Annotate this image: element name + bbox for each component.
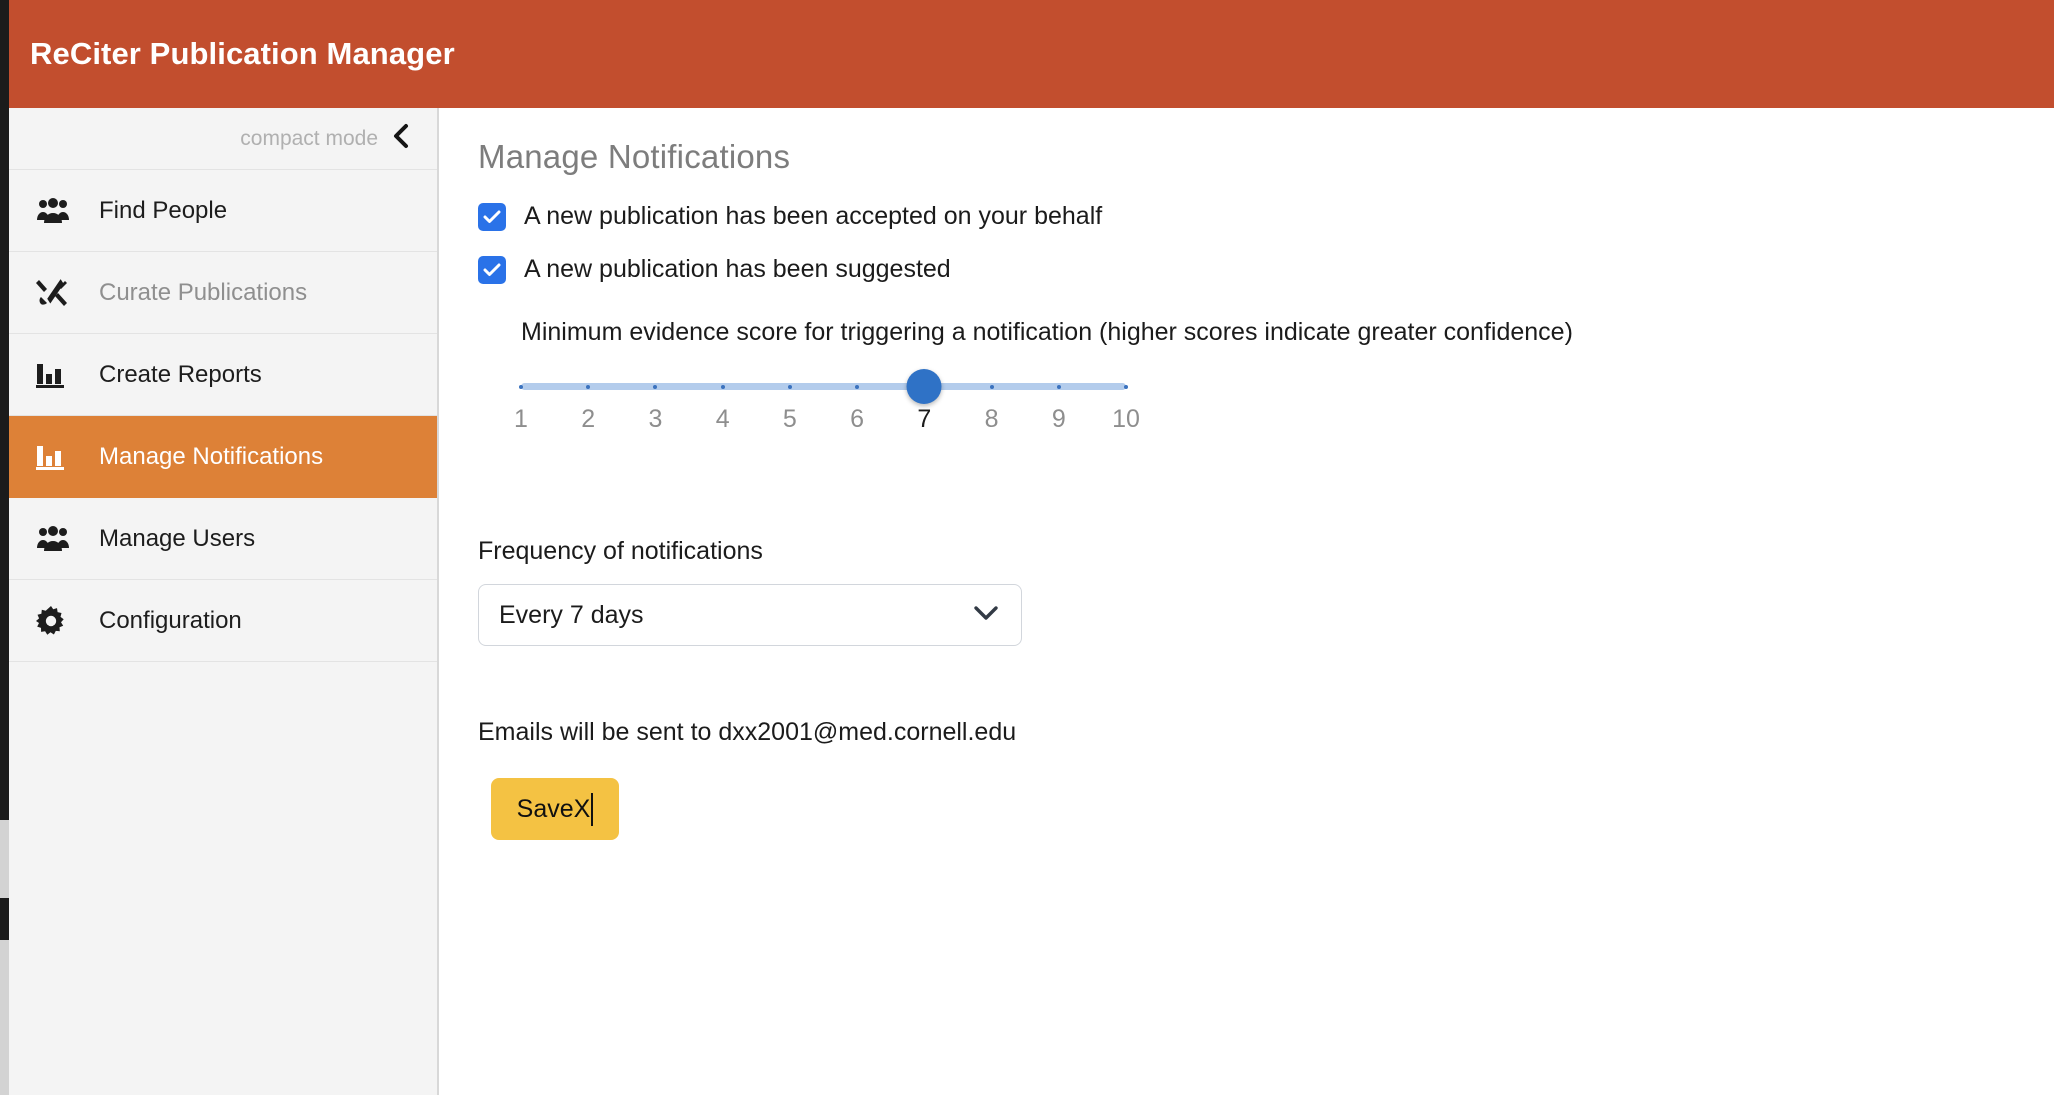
- slider-tick-label: 6: [850, 405, 865, 433]
- frequency-label: Frequency of notifications: [478, 537, 763, 565]
- bar-chart-icon: [36, 443, 82, 471]
- slider-tick-dot: [787, 385, 792, 389]
- checkbox-suggested[interactable]: [478, 255, 506, 284]
- page-title: Manage Notifications: [478, 138, 791, 175]
- slider-tick-label: 9: [1051, 405, 1066, 433]
- sidebar-item-label: Configuration: [99, 606, 242, 634]
- main-content: Manage Notifications A new publication h…: [441, 108, 2054, 1108]
- sidebar-item-label: Manage Users: [99, 524, 256, 552]
- slider-track[interactable]: [519, 369, 1128, 404]
- sidebar-item-find-people[interactable]: Find People: [9, 170, 437, 252]
- slider-help-text: Minimum evidence score for triggering a …: [521, 318, 1573, 346]
- people-group-icon: [36, 525, 82, 552]
- notification-option-accepted[interactable]: A new publication has been accepted on y…: [478, 202, 2054, 231]
- slider-tick-dot: [586, 385, 591, 389]
- slider-tick-label: 8: [984, 405, 999, 433]
- slider-tick-label: 3: [648, 405, 663, 433]
- sidebar-item-configuration[interactable]: Configuration: [9, 580, 437, 662]
- slider-tick-label: 1: [514, 405, 528, 433]
- slider-tick-labels: 1 2 3 4 5 6 7 8 9 10: [514, 405, 1140, 445]
- save-button[interactable]: SaveX: [491, 778, 619, 840]
- app-root: ReCiter Publication Manager compact mode: [0, 0, 2054, 1108]
- slider-tick-dot: [989, 385, 994, 389]
- evidence-score-slider[interactable]: 1 2 3 4 5 6 7 8 9 10: [514, 369, 1140, 445]
- sidebar-item-manage-notifications[interactable]: Manage Notifications: [9, 416, 437, 498]
- slider-tick-label: 7: [917, 405, 932, 433]
- sidebar-item-manage-users[interactable]: Manage Users: [9, 498, 437, 580]
- sidebar-item-label: Curate Publications: [99, 278, 308, 306]
- slider-tick-dot: [519, 385, 523, 389]
- compact-mode-toggle[interactable]: compact mode: [9, 108, 437, 170]
- compact-mode-label: compact mode: [240, 126, 378, 150]
- slider-tick-label: 10: [1112, 405, 1140, 433]
- check-icon: [483, 263, 501, 276]
- sidebar-empty-space: [9, 662, 437, 1092]
- sidebar-item-label: Create Reports: [99, 360, 262, 388]
- slider-tick-label: 2: [581, 405, 596, 433]
- scrollbar-artifact-upper[interactable]: [0, 820, 9, 898]
- chevron-left-icon[interactable]: [392, 123, 410, 154]
- email-destination-note: Emails will be sent to dxx2001@med.corne…: [478, 718, 1017, 746]
- text-caret: [591, 792, 594, 826]
- app-header: ReCiter Publication Manager: [9, 0, 2054, 108]
- slider-tick-label: 5: [782, 405, 797, 433]
- notification-option-suggested[interactable]: A new publication has been suggested: [478, 255, 2054, 284]
- chevron-down-icon[interactable]: [973, 605, 999, 626]
- slider-tick-dot: [1124, 385, 1128, 389]
- slider-thumb[interactable]: [906, 369, 942, 404]
- sidebar-item-label: Find People: [99, 196, 228, 224]
- slider-tick-dot: [720, 385, 725, 389]
- checkbox-label: A new publication has been accepted on y…: [524, 202, 1103, 230]
- sidebar-item-create-reports[interactable]: Create Reports: [9, 334, 437, 416]
- frequency-select[interactable]: Every 7 days: [478, 584, 1022, 646]
- bottom-edge: [0, 1095, 2054, 1108]
- sidebar-item-label: Manage Notifications: [99, 442, 324, 470]
- sidebar-item-curate-publications[interactable]: Curate Publications: [9, 252, 437, 334]
- scrollbar-artifact-lower[interactable]: [0, 940, 9, 1095]
- frequency-selected-value: Every 7 days: [499, 600, 644, 629]
- slider-tick-label: 4: [715, 405, 730, 433]
- save-button-label: SaveX: [516, 794, 591, 823]
- checkbox-accepted[interactable]: [478, 202, 506, 231]
- tools-icon: [36, 278, 82, 308]
- checkbox-label: A new publication has been suggested: [524, 255, 951, 283]
- slider-tick-dot: [653, 385, 658, 389]
- app-title: ReCiter Publication Manager: [30, 36, 455, 71]
- people-group-icon: [36, 197, 82, 224]
- slider-tick-dot: [1056, 385, 1061, 389]
- slider-tick-dot: [855, 385, 860, 389]
- check-icon: [483, 210, 501, 223]
- bar-chart-icon: [36, 361, 82, 389]
- sidebar: compact mode Find People Curate Publicat…: [9, 108, 439, 1108]
- gear-icon: [36, 605, 82, 636]
